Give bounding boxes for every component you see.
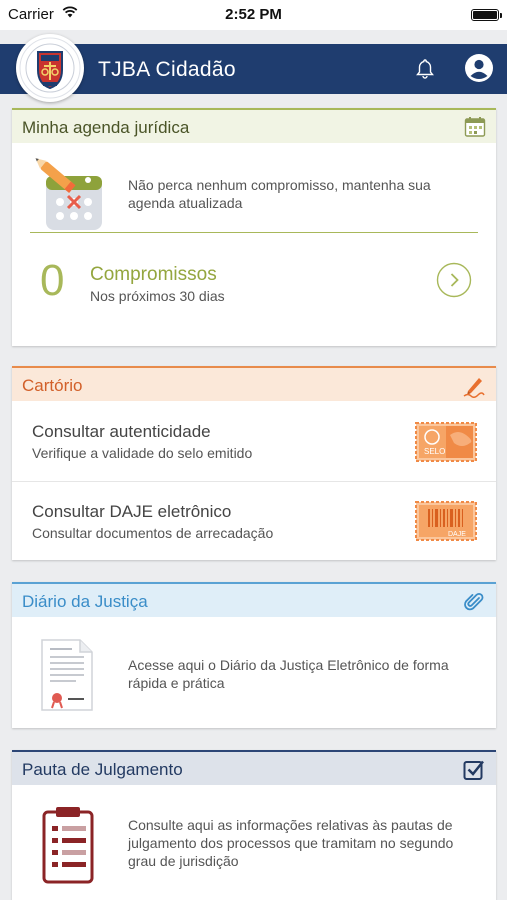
agenda-illustration-icon	[32, 156, 112, 241]
agenda-divider	[30, 232, 478, 233]
clipboard-icon	[40, 804, 98, 889]
status-time: 2:52 PM	[225, 6, 282, 23]
status-bar: Carrier 2:52 PM	[0, 0, 507, 30]
pauta-description: Consulte aqui as informações relativas à…	[128, 817, 454, 869]
daje-subtitle: Consultar documentos de arrecadação	[32, 525, 274, 541]
document-seal-icon	[38, 634, 96, 719]
diario-card[interactable]: Diário da Justiça Acesse aqui o Diário d…	[12, 582, 496, 728]
pauta-card-title: Pauta de Julgamento	[22, 760, 183, 779]
cartorio-item-daje[interactable]: Consultar DAJE eletrônico Consultar docu…	[12, 482, 496, 560]
diario-card-header: Diário da Justiça	[12, 582, 496, 617]
app-title: TJBA Cidadão	[98, 58, 236, 81]
battery-icon	[471, 9, 502, 21]
agenda-summary-row[interactable]: 0 Compromissos Nos próximos 30 dias	[12, 242, 496, 322]
cartorio-item-autenticidade[interactable]: Consultar autenticidade Verifique a vali…	[12, 403, 496, 481]
bell-icon[interactable]	[414, 58, 436, 85]
paperclip-icon	[462, 590, 486, 619]
svg-text:SELO: SELO	[424, 447, 445, 456]
agenda-card-title: Minha agenda jurídica	[22, 118, 190, 137]
autenticidade-subtitle: Verifique a validade do selo emitido	[32, 445, 253, 461]
selo-stamp-icon: SELO	[414, 421, 478, 468]
diario-description: Acesse aqui o Diário da Justiça Eletrôni…	[128, 657, 449, 691]
diario-card-title: Diário da Justiça	[22, 592, 148, 611]
agenda-description: Não perca nenhum compromisso, mantenha s…	[128, 177, 431, 211]
calendar-icon	[464, 116, 486, 143]
agenda-card: Minha agenda jurídica Não perca nenhum c…	[12, 108, 496, 346]
tjba-logo[interactable]	[16, 34, 84, 102]
daje-title: Consultar DAJE eletrônico	[32, 502, 232, 521]
user-icon[interactable]	[464, 53, 494, 88]
svg-text:DAJE: DAJE	[448, 531, 466, 538]
agenda-count: 0	[40, 256, 65, 305]
cartorio-card-header: Cartório	[12, 366, 496, 401]
pen-signature-icon	[462, 374, 486, 403]
cartorio-card-title: Cartório	[22, 376, 83, 395]
app-header: TJBA Cidadão	[0, 34, 507, 102]
checkbox-checked-icon	[462, 758, 486, 787]
tjba-seal-icon	[19, 37, 81, 99]
agenda-card-header: Minha agenda jurídica	[12, 108, 496, 143]
agenda-count-label: Compromissos	[90, 264, 217, 285]
pauta-card-header: Pauta de Julgamento	[12, 750, 496, 785]
pauta-card[interactable]: Pauta de Julgamento Consulte aqui as inf…	[12, 750, 496, 900]
chevron-right-icon[interactable]	[436, 262, 472, 303]
daje-barcode-icon: DAJE	[414, 500, 478, 547]
agenda-count-sublabel: Nos próximos 30 dias	[90, 288, 225, 304]
autenticidade-title: Consultar autenticidade	[32, 422, 211, 441]
cartorio-card: Cartório Consultar autenticidade Verifiq…	[12, 366, 496, 560]
